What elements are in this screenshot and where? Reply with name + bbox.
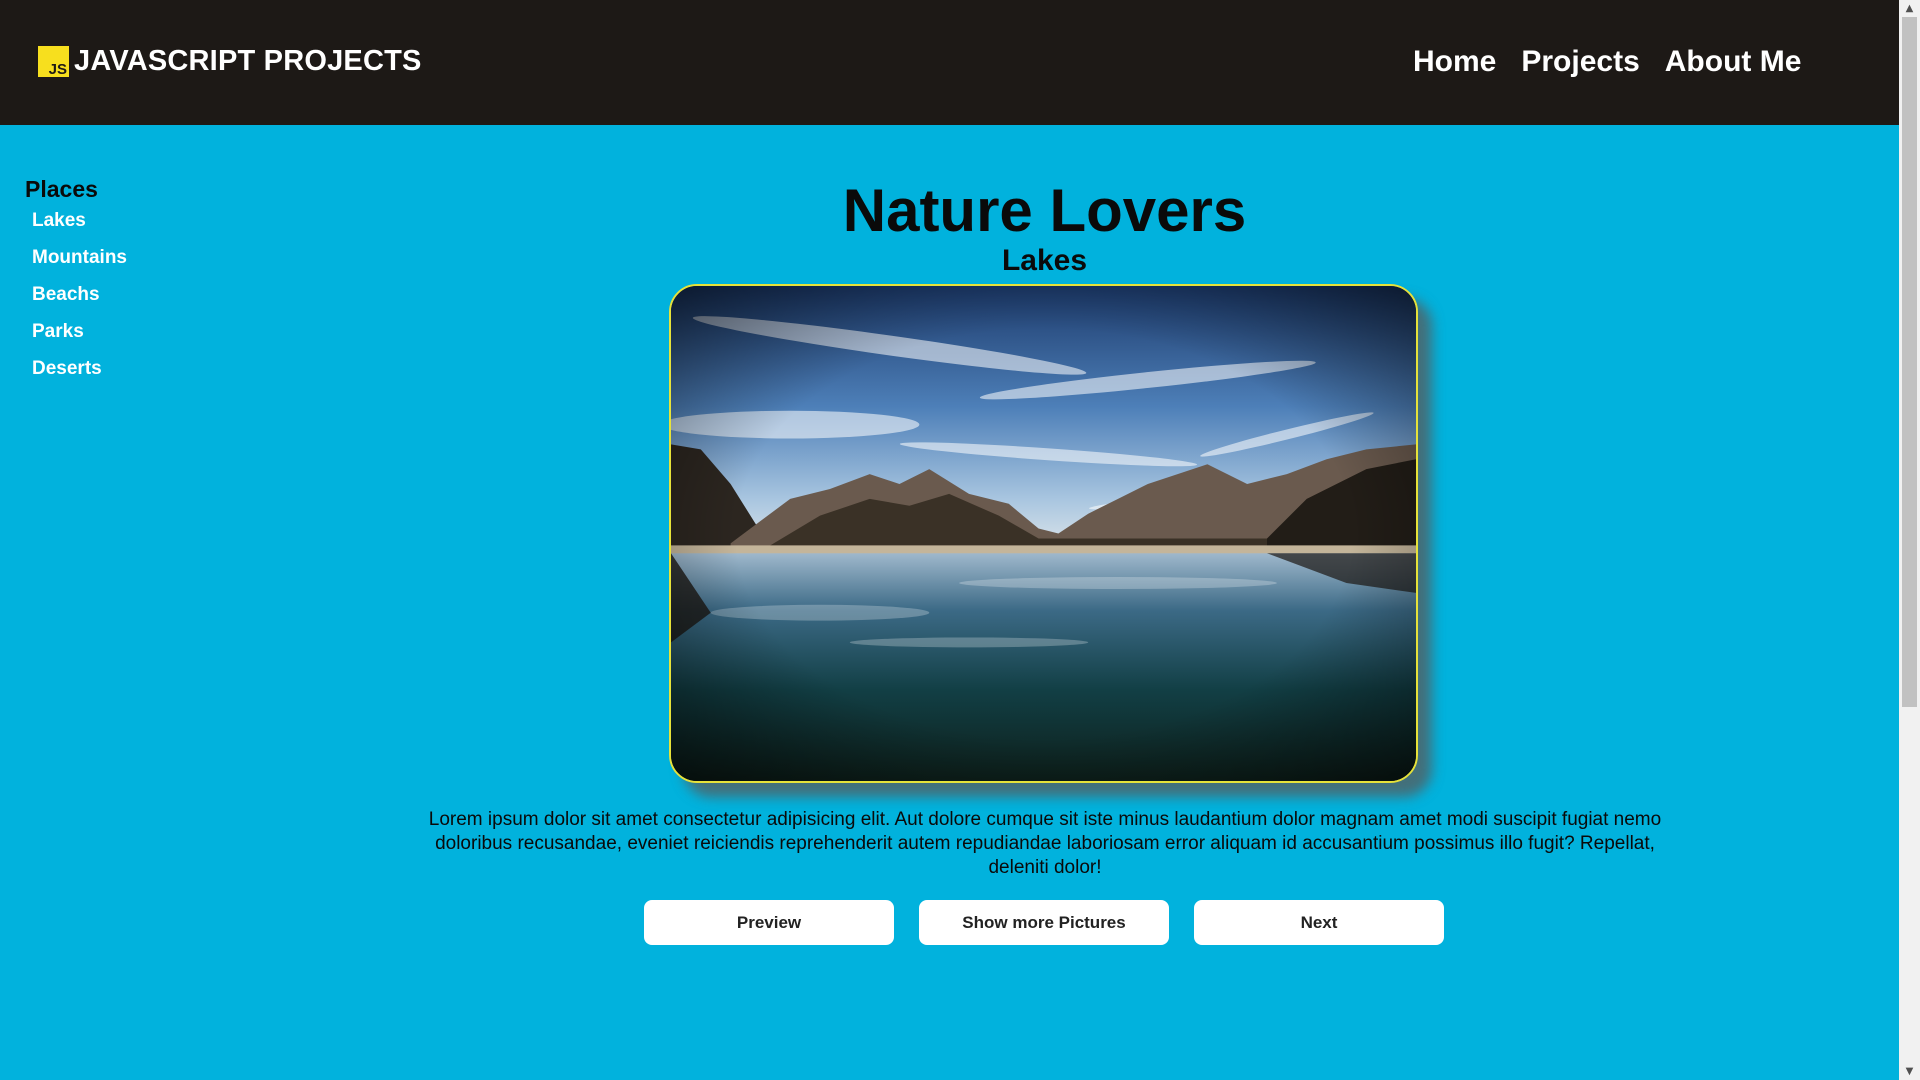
sidebar-item-beachs[interactable]: Beachs (32, 283, 127, 306)
next-button[interactable]: Next (1194, 900, 1444, 945)
nav-home-link[interactable]: Home (1413, 44, 1496, 80)
brand-title: JAVASCRIPT PROJECTS (74, 45, 422, 77)
scroll-thumb[interactable] (1902, 17, 1917, 707)
sidebar-item-parks[interactable]: Parks (32, 320, 127, 343)
title-block: Nature Lovers Lakes (412, 176, 1677, 278)
sidebar: Places Lakes Mountains Beachs Parks Dese… (25, 175, 127, 394)
button-row: Preview Show more Pictures Next (644, 900, 1444, 945)
top-header: JS JAVASCRIPT PROJECTS Home Projects Abo… (0, 0, 1899, 125)
brand[interactable]: JS JAVASCRIPT PROJECTS (38, 46, 422, 77)
nav-projects-link[interactable]: Projects (1521, 44, 1639, 80)
nav-about-link[interactable]: About Me (1665, 44, 1802, 80)
lake-photo (669, 284, 1418, 783)
scroll-up-arrow-icon[interactable]: ▲ (1899, 0, 1920, 17)
js-logo-text: JS (48, 61, 67, 78)
sidebar-item-deserts[interactable]: Deserts (32, 357, 127, 380)
page-scrollbar[interactable]: ▲ ▼ (1899, 0, 1920, 1080)
page-subtitle: Lakes (1001, 244, 1088, 277)
sidebar-item-lakes[interactable]: Lakes (32, 209, 127, 232)
main-nav: Home Projects About Me (1413, 44, 1801, 80)
preview-button[interactable]: Preview (644, 900, 894, 945)
lake-landscape-image (671, 286, 1416, 781)
description-text: Lorem ipsum dolor sit amet consectetur a… (428, 809, 1662, 878)
sidebar-title: Places (25, 176, 98, 202)
js-logo-icon: JS (38, 46, 69, 77)
scroll-down-arrow-icon[interactable]: ▼ (1899, 1063, 1920, 1080)
page-title: Nature Lovers (842, 177, 1247, 244)
show-more-pictures-button[interactable]: Show more Pictures (919, 900, 1169, 945)
sidebar-list: Lakes Mountains Beachs Parks Deserts (25, 209, 127, 380)
sidebar-item-mountains[interactable]: Mountains (32, 246, 127, 269)
